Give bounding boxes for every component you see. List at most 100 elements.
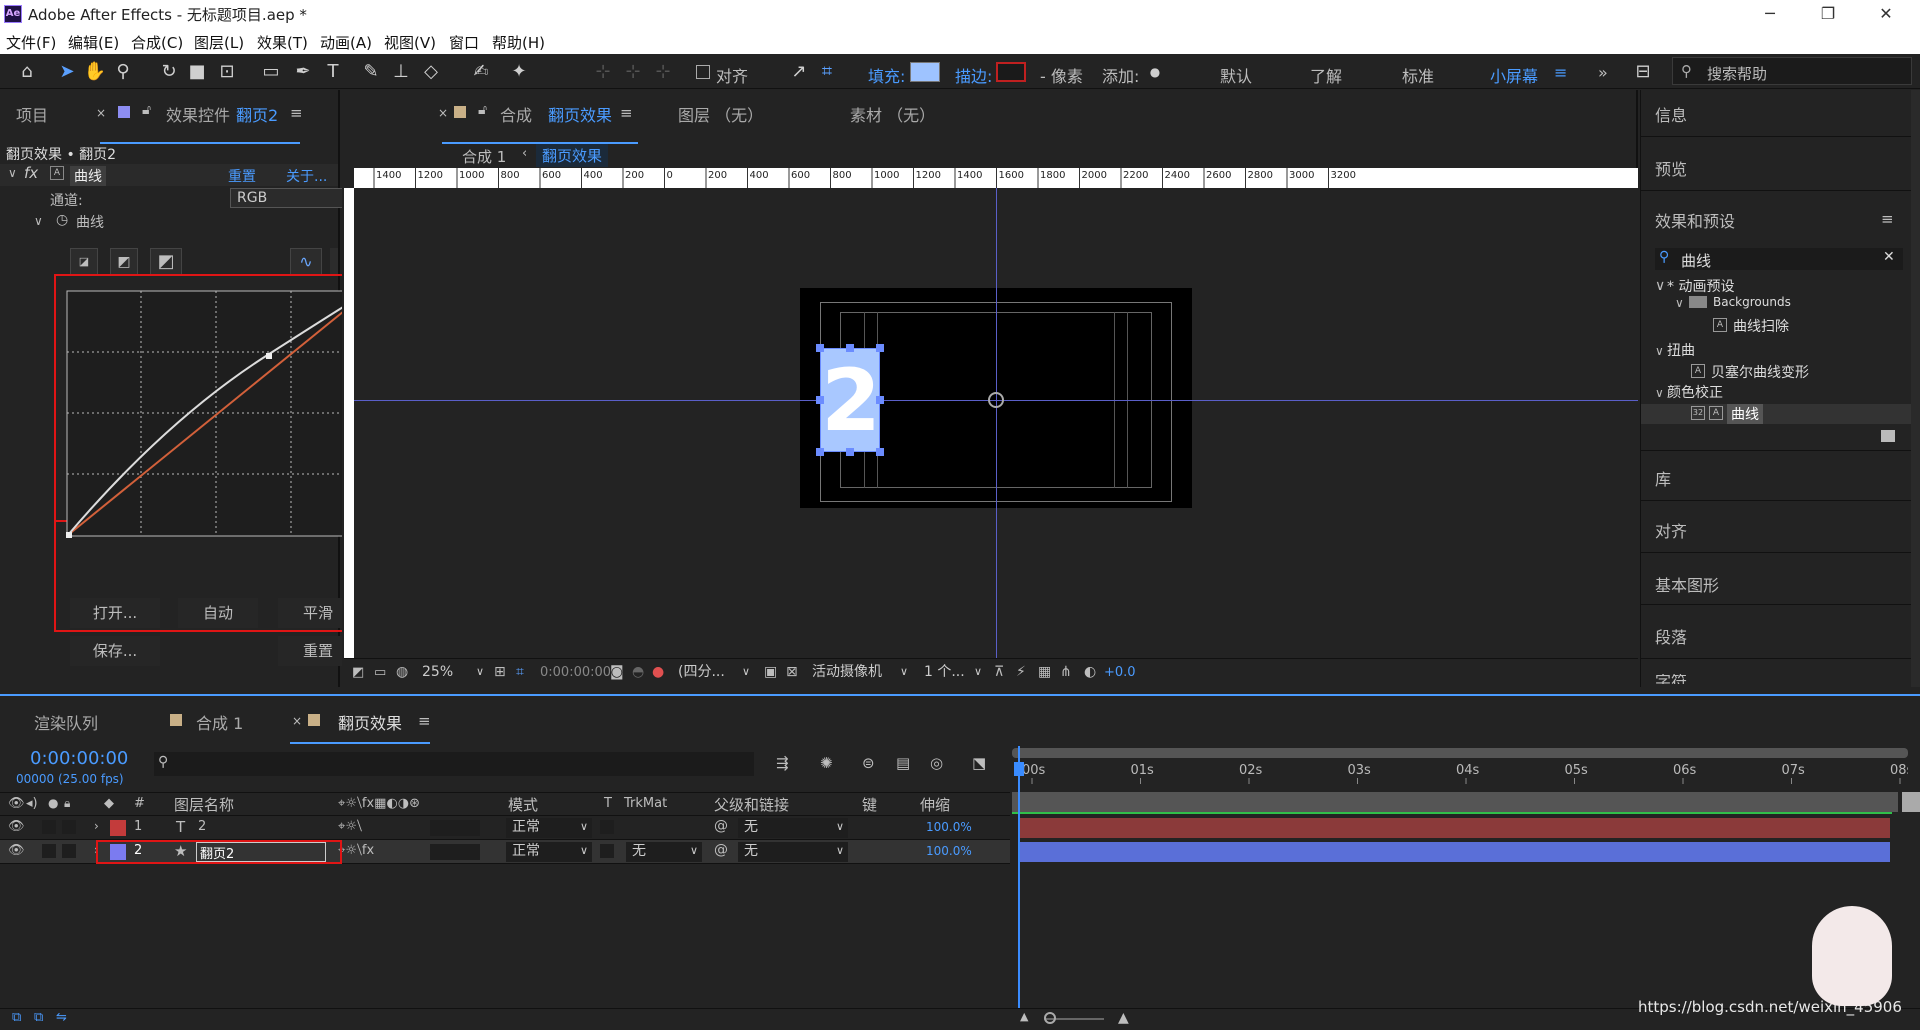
- workspace-menu-icon[interactable]: ≡: [1554, 63, 1567, 82]
- handle-tr[interactable]: [876, 344, 884, 352]
- curves-save-button[interactable]: 保存...: [70, 636, 160, 666]
- comp-lock-icon[interactable]: 🔓︎: [478, 102, 487, 118]
- handle-br[interactable]: [876, 448, 884, 456]
- work-area-track[interactable]: [1012, 792, 1898, 812]
- menu-window[interactable]: 窗口: [449, 32, 479, 53]
- viewer-timecode[interactable]: 0:00:00:00: [540, 665, 611, 680]
- tree-color-correction[interactable]: 颜色校正: [1667, 382, 1723, 402]
- menu-layer[interactable]: 图层(L): [194, 32, 244, 53]
- paragraph-panel-header[interactable]: 段落: [1655, 624, 1687, 648]
- tree-animation-presets[interactable]: * 动画预设: [1667, 276, 1734, 296]
- region-of-interest-icon[interactable]: ▣: [764, 664, 777, 680]
- tree-curves[interactable]: 曲线: [1727, 404, 1763, 424]
- table-row[interactable]: 👁︎ › 1 T 2 ⌖☼⧹ 正常 ∨ @ 无 ∨ 100.0%: [0, 816, 1010, 840]
- draft-3d-icon[interactable]: ✺: [820, 754, 833, 772]
- layer-bar-1[interactable]: [1018, 818, 1890, 838]
- menu-edit[interactable]: 编辑(E): [68, 32, 119, 53]
- stopwatch-icon[interactable]: ◷: [56, 212, 68, 228]
- rotate-tool-icon[interactable]: ↻: [156, 59, 182, 85]
- effects-presets-header[interactable]: 效果和预设: [1655, 208, 1735, 232]
- axis-local-icon[interactable]: ⊹: [590, 59, 616, 85]
- col-trkmat[interactable]: TrkMat: [624, 796, 667, 811]
- workspace-default[interactable]: 默认: [1220, 63, 1252, 87]
- bezier-tool-icon[interactable]: ∿: [290, 248, 322, 276]
- minimize-button[interactable]: ─: [1752, 2, 1788, 26]
- switch-boxes[interactable]: [430, 844, 480, 860]
- tab-effect-controls[interactable]: 效果控件: [166, 102, 230, 144]
- channels-icon[interactable]: ●: [652, 664, 664, 680]
- toggle-pixel-icon[interactable]: ⊼: [994, 664, 1004, 680]
- timeline-icon[interactable]: ▦: [1038, 664, 1051, 680]
- tree-distort[interactable]: 扭曲: [1667, 340, 1695, 360]
- menu-effect[interactable]: 效果(T): [257, 32, 308, 53]
- curves-expand-icon[interactable]: ∨: [34, 214, 43, 228]
- pen-tool-icon[interactable]: ✒: [290, 59, 316, 85]
- parent-select[interactable]: 无 ∨: [738, 818, 848, 838]
- stroke-color-swatch[interactable]: [996, 62, 1026, 82]
- rectangle-tool-icon[interactable]: ▭: [258, 59, 284, 85]
- show-snapshot-icon[interactable]: ◓: [632, 664, 644, 680]
- switch-boxes[interactable]: [430, 820, 480, 836]
- curve-size-small-icon[interactable]: ◪: [70, 248, 98, 276]
- axis-world-icon[interactable]: ⊹: [620, 59, 646, 85]
- graph-editor-icon[interactable]: ⬔: [972, 754, 986, 772]
- home-icon[interactable]: ⌂: [14, 59, 40, 85]
- comp-panel-menu-icon[interactable]: ≡: [620, 104, 633, 122]
- effects-search-value[interactable]: 曲线: [1681, 250, 1711, 271]
- composition-viewer[interactable]: 2: [354, 188, 1638, 658]
- tab-render-queue[interactable]: 渲染队列: [34, 710, 98, 734]
- fill-label[interactable]: 填充:: [868, 63, 905, 87]
- current-time-display[interactable]: 0:00:00:00: [30, 748, 128, 769]
- tree-bezier-warp[interactable]: 贝塞尔曲线变形: [1711, 362, 1809, 382]
- handle-tl[interactable]: [816, 344, 824, 352]
- crumb-comp1[interactable]: 合成 1: [462, 146, 506, 167]
- axis-view-icon[interactable]: ⊹: [650, 59, 676, 85]
- effect-name[interactable]: 曲线: [70, 166, 106, 186]
- timeline-search-input[interactable]: ⚲: [154, 752, 754, 776]
- camera-select[interactable]: 活动摄像机 ∨: [806, 663, 912, 683]
- lock-column-icon[interactable]: 🔒︎: [64, 796, 70, 811]
- close-tab-icon[interactable]: ×: [96, 106, 106, 120]
- help-search-box[interactable]: ⚲ 搜索帮助: [1672, 57, 1912, 85]
- fast-preview-icon[interactable]: ⚡: [1016, 664, 1026, 680]
- layer-switches-icon[interactable]: ⌖☼⧹fx: [338, 843, 374, 858]
- trkmat-select[interactable]: 无 ∨: [626, 842, 702, 862]
- handle-bm[interactable]: [846, 448, 854, 456]
- essential-graphics-header[interactable]: 基本图形: [1655, 572, 1719, 596]
- handle-mr[interactable]: [876, 396, 884, 404]
- shy-layers-icon[interactable]: ⊜: [862, 754, 875, 772]
- align-panel-header[interactable]: 对齐: [1655, 518, 1687, 542]
- clear-search-icon[interactable]: ✕: [1883, 249, 1895, 265]
- region-icon[interactable]: ⌗: [516, 664, 524, 680]
- stroke-label[interactable]: 描边:: [955, 63, 992, 87]
- panel-menu-icon[interactable]: ≡: [290, 104, 303, 122]
- layer-mode-select[interactable]: 正常 ∨: [506, 818, 592, 838]
- pan-behind-tool-icon[interactable]: ⊡: [214, 59, 240, 85]
- solo-box[interactable]: [42, 844, 56, 858]
- playhead-handle[interactable]: [1014, 762, 1024, 776]
- add-arrow-icon[interactable]: ●: [1142, 59, 1168, 85]
- tab-composition[interactable]: 合成: [500, 102, 532, 144]
- hand-tool-icon[interactable]: ✋: [82, 59, 108, 85]
- lock-box[interactable]: [62, 820, 76, 834]
- transparency-grid-icon[interactable]: ⊠: [786, 664, 798, 680]
- layer-visibility-icon[interactable]: 👁︎: [8, 843, 25, 858]
- stretch-value[interactable]: 100.0%: [926, 820, 972, 834]
- help-search-placeholder[interactable]: 搜索帮助: [1707, 63, 1767, 84]
- time-ruler[interactable]: 00s 01s 02s 03s 04s 05s 06s 07s 08s: [1012, 760, 1914, 784]
- footer-toggle-icon[interactable]: ⧉: [12, 1010, 21, 1025]
- flowchart-icon[interactable]: ⋔: [1060, 664, 1072, 680]
- footer-modes-icon[interactable]: ⇋: [56, 1010, 67, 1025]
- menu-view[interactable]: 视图(V): [384, 32, 436, 53]
- zoom-tool-icon[interactable]: ⚲: [110, 59, 136, 85]
- layer-bar-2[interactable]: [1018, 842, 1890, 862]
- handle-tm[interactable]: [846, 344, 854, 352]
- pencil-tool-icon[interactable]: [330, 248, 340, 276]
- close-timeline-tab-icon[interactable]: ×: [292, 714, 302, 728]
- resolution-select[interactable]: (四分... ∨: [672, 663, 754, 683]
- playhead[interactable]: [1018, 746, 1020, 1030]
- work-area-bar[interactable]: [1012, 748, 1908, 758]
- tab-flip-effect[interactable]: 翻页效果: [338, 710, 402, 734]
- pick-whip-icon[interactable]: @: [714, 842, 728, 858]
- curve-size-medium-icon[interactable]: ◩: [110, 248, 138, 276]
